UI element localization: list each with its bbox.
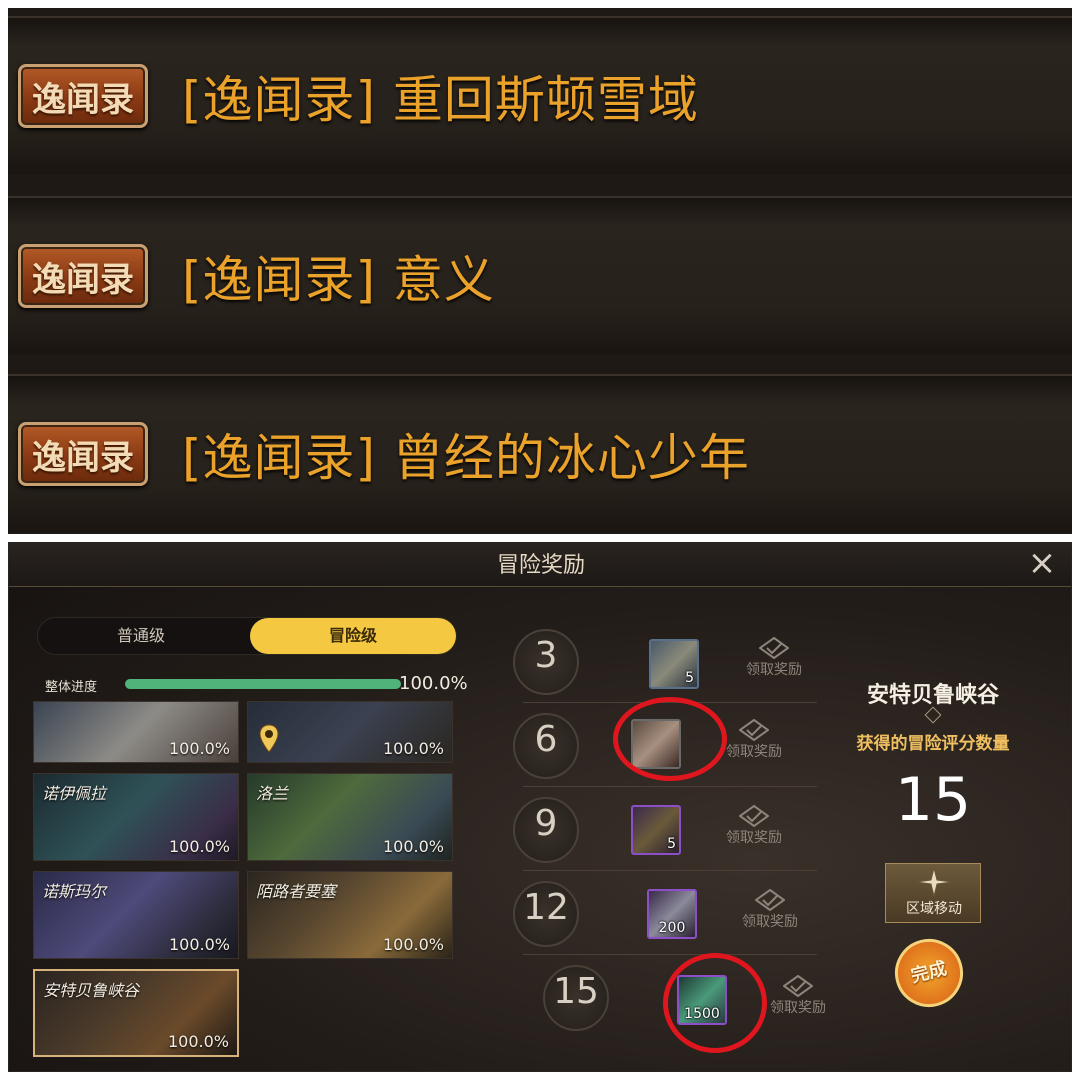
claim-label: 领取奖励	[726, 744, 782, 760]
region-card-selected[interactable]: 安特贝鲁峡谷 100.0%	[33, 969, 239, 1057]
row-divider	[523, 870, 817, 871]
quest-badge[interactable]: 逸闻录	[18, 64, 148, 128]
overall-progress-bar	[125, 679, 401, 689]
region-card[interactable]: 100.0%	[33, 701, 239, 763]
tier-number: 15	[553, 971, 599, 1012]
score-label: 获得的冒险评分数量	[856, 734, 1010, 754]
region-percent: 100.0%	[168, 739, 230, 758]
highlight-circle	[613, 697, 727, 781]
overall-progress-percent: 100.0%	[399, 673, 468, 694]
tab-normal[interactable]: 普通级	[38, 618, 244, 654]
close-icon[interactable]: ×	[1025, 546, 1059, 581]
row-divider	[523, 954, 817, 955]
region-name: 安特贝鲁峡谷	[43, 981, 140, 1000]
tier-number: 6	[534, 719, 558, 760]
quest-row[interactable]: 逸闻录 [逸闻录] 重回斯顿雪域	[8, 16, 1072, 174]
region-percent: 100.0%	[382, 935, 444, 954]
tier-number: 12	[523, 887, 569, 928]
claim-check-icon	[739, 805, 769, 827]
region-name: 诺伊佩拉	[42, 784, 107, 803]
quest-badge[interactable]: 逸闻录	[18, 244, 148, 308]
region-percent: 100.0%	[167, 1032, 229, 1051]
quest-badge[interactable]: 逸闻录	[18, 422, 148, 486]
reward-row: 12 200 领取奖励	[503, 873, 817, 955]
claim-label: 领取奖励	[746, 662, 802, 678]
region-percent: 100.0%	[382, 739, 444, 758]
tab-adventure[interactable]: 冒险级	[250, 618, 456, 654]
difficulty-tabs: 普通级 冒险级	[37, 617, 457, 655]
reward-row: 6 领取奖励	[503, 697, 817, 787]
region-percent: 100.0%	[168, 935, 230, 954]
claim-label: 领取奖励	[742, 914, 798, 930]
item-count: 5	[667, 836, 676, 852]
diamond-ornament-icon	[924, 706, 942, 724]
region-move-label: 区域移动	[906, 901, 962, 917]
claim-label: 领取奖励	[770, 1000, 826, 1016]
panel-title: 冒险奖励	[496, 553, 585, 578]
tier-number: 9	[534, 803, 558, 844]
claim-check-icon	[783, 975, 813, 997]
item-count: 5	[685, 670, 694, 686]
compass-icon	[915, 867, 953, 897]
overall-progress-fill	[125, 679, 401, 689]
claim-check-icon	[739, 719, 769, 741]
claim-reward-button[interactable]: 领取奖励	[709, 805, 799, 855]
quest-list-panel: 逸闻录 [逸闻录] 重回斯顿雪域 逸闻录 [逸闻录] 意义 逸闻录 [逸闻录] …	[8, 8, 1072, 534]
region-name: 诺斯玛尔	[42, 882, 107, 901]
region-card[interactable]: 诺伊佩拉 100.0%	[33, 773, 239, 861]
claim-check-icon	[759, 637, 789, 659]
region-card[interactable]: 诺斯玛尔 100.0%	[33, 871, 239, 959]
quest-title[interactable]: [逸闻录] 重回斯顿雪域	[182, 60, 699, 132]
purple-bag-icon[interactable]: 5	[631, 805, 681, 855]
complete-stamp: 完成	[887, 931, 971, 1015]
claim-reward-button[interactable]: 领取奖励	[725, 889, 815, 939]
claim-label: 领取奖励	[726, 830, 782, 846]
quest-title[interactable]: [逸闻录] 意义	[182, 240, 495, 312]
reward-row: 3 5 领取奖励	[503, 621, 817, 703]
region-percent: 100.0%	[168, 837, 230, 856]
score-value: 15	[894, 765, 972, 835]
overall-progress-label: 整体进度	[45, 680, 98, 695]
item-count: 200	[658, 920, 686, 936]
quest-title[interactable]: [逸闻录] 曾经的冰心少年	[182, 418, 750, 490]
region-name: 洛兰	[256, 784, 289, 803]
claim-check-icon	[755, 889, 785, 911]
region-move-button[interactable]: 区域移动	[885, 863, 981, 923]
crate-icon[interactable]: 5	[649, 639, 699, 689]
quest-row[interactable]: 逸闻录 [逸闻录] 曾经的冰心少年	[8, 374, 1072, 532]
claim-reward-button[interactable]: 领取奖励	[729, 637, 819, 687]
region-card[interactable]: 陌路者要塞 100.0%	[247, 871, 453, 959]
row-divider	[523, 786, 817, 787]
location-pin-icon	[259, 724, 279, 753]
highlight-circle	[663, 953, 767, 1053]
tier-number: 3	[534, 635, 558, 676]
region-name: 陌路者要塞	[256, 882, 337, 901]
region-percent: 100.0%	[382, 837, 444, 856]
adventure-rewards-panel: 冒险奖励 × 普通级 冒险级 整体进度 100.0% 100.0% 100.0%…	[8, 542, 1072, 1072]
purple-box-icon[interactable]: 200	[647, 889, 697, 939]
reward-row: 15 1500 领取奖励	[503, 953, 826, 1053]
selected-region-name: 安特贝鲁峡谷	[866, 683, 999, 708]
reward-row: 9 5 领取奖励	[503, 789, 817, 871]
region-card[interactable]: 洛兰 100.0%	[247, 773, 453, 861]
region-card[interactable]: 100.0%	[247, 701, 453, 763]
quest-row[interactable]: 逸闻录 [逸闻录] 意义	[8, 196, 1072, 354]
